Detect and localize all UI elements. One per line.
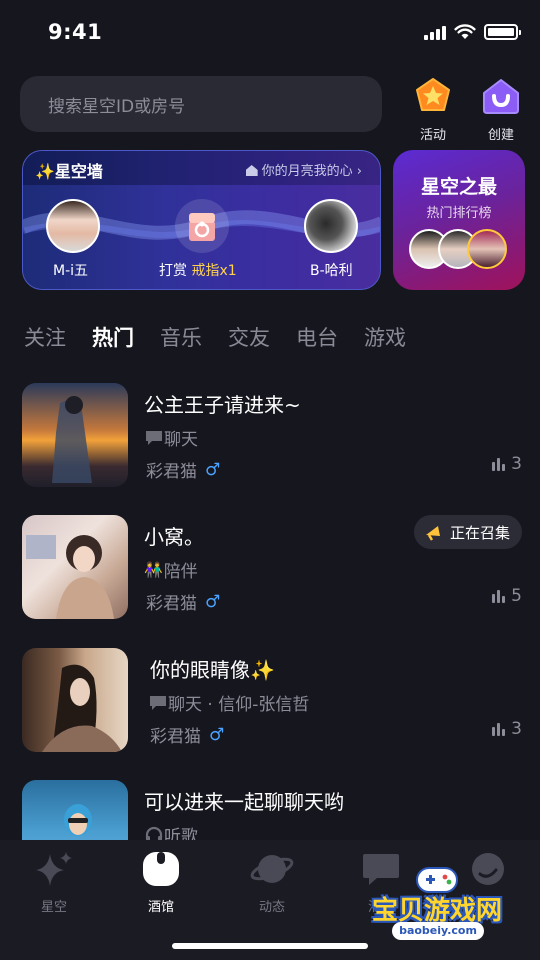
- planet-icon: [250, 855, 294, 883]
- category-tabs: 关注 热门 音乐 交友 电台 游戏: [24, 322, 432, 352]
- gathering-text: 正在召集: [449, 523, 510, 542]
- tab-hot[interactable]: 热门: [92, 322, 134, 352]
- tavern-icon: [143, 852, 179, 886]
- room-title: 可以进来一起聊聊天哟: [144, 790, 344, 814]
- room-title: 你的眼睛像✨: [150, 658, 275, 682]
- nav-item-stars[interactable]: 星空: [14, 848, 94, 915]
- room-host: 彩君猫 ♂: [150, 722, 225, 748]
- search-placeholder: 搜索星空ID或房号: [48, 96, 186, 117]
- gift-name: 戒指x1: [191, 263, 237, 279]
- room-listener-count: 3: [492, 719, 522, 739]
- status-icons: [424, 24, 521, 40]
- ranking-card[interactable]: 星空之最 热门排行榜: [393, 150, 525, 290]
- chat-bubble-icon: [150, 695, 166, 710]
- sender-avatar[interactable]: [46, 199, 100, 253]
- nav-label: 酒馆: [147, 900, 174, 915]
- nav-label: 星空: [40, 900, 67, 915]
- star-wall-card[interactable]: ✨星空墙 你的月亮我的心 › M-i五 打赏 戒指x1 B-哈利: [22, 150, 381, 290]
- star-wall-title: ✨星空墙: [35, 162, 103, 181]
- count-value: 3: [511, 719, 522, 739]
- cellular-signal-icon: [424, 24, 446, 40]
- listeners-bars-icon: [492, 589, 506, 603]
- activity-star-icon: [416, 78, 450, 111]
- chat-bubble-icon: [146, 430, 162, 445]
- room-thumbnail: [22, 515, 128, 619]
- room-listener-count: 5: [492, 586, 522, 606]
- home-indicator[interactable]: [172, 943, 368, 949]
- gathering-badge[interactable]: 正在召集: [413, 515, 522, 549]
- battery-icon: [484, 24, 521, 40]
- watermark-logo: 宝贝游戏网 baobeiy.com: [362, 862, 512, 948]
- create-label: 创建: [487, 128, 514, 143]
- couple-icon: 👫: [144, 560, 163, 579]
- room-host: 彩君猫 ♂: [146, 589, 221, 615]
- gift-prefix: 打赏: [159, 263, 192, 279]
- room-title: 小窝。: [144, 525, 204, 549]
- activity-label: 活动: [419, 128, 446, 143]
- status-bar: 9:41: [0, 0, 540, 66]
- tab-radio[interactable]: 电台: [296, 322, 338, 352]
- ranking-subtitle: 热门排行榜: [426, 206, 492, 221]
- room-tag: 👫 陪伴: [144, 557, 198, 583]
- star-wall-subtitle-text: 你的月亮我的心 ›: [261, 164, 362, 179]
- nav-item-tavern[interactable]: 酒馆: [121, 848, 201, 915]
- room-item[interactable]: 小窝。 👫 陪伴 彩君猫 ♂ 正在召集 5: [22, 515, 522, 621]
- gift-text: 打赏 戒指x1: [159, 260, 237, 280]
- male-gender-icon: ♂: [209, 724, 225, 745]
- receiver-avatar[interactable]: [304, 199, 358, 253]
- room-thumbnail: [22, 383, 128, 487]
- activity-button[interactable]: 活动: [406, 76, 460, 143]
- status-time: 9:41: [48, 20, 103, 44]
- wifi-icon: [454, 24, 476, 39]
- headphones-icon: [145, 826, 163, 840]
- host-name: 彩君猫: [146, 462, 197, 482]
- room-tag-text: 聊天: [164, 430, 198, 450]
- room-thumbnail: [22, 780, 128, 840]
- room-tag: 聊天: [144, 425, 198, 450]
- room-title: 公主王子请进来~: [144, 393, 301, 417]
- count-value: 3: [511, 454, 522, 474]
- room-listener-count: 3: [492, 454, 522, 474]
- host-name: 彩君猫: [150, 727, 201, 747]
- count-value: 5: [511, 586, 522, 606]
- receiver-name: B-哈利: [310, 263, 353, 279]
- star-wall-subtitle[interactable]: 你的月亮我的心 ›: [245, 160, 362, 179]
- tab-follow[interactable]: 关注: [24, 322, 66, 352]
- listeners-bars-icon: [492, 457, 506, 471]
- ranking-avatar: [467, 229, 507, 269]
- room-item[interactable]: 公主王子请进来~ 聊天 彩君猫 ♂ 3: [22, 383, 522, 489]
- host-name: 彩君猫: [146, 594, 197, 614]
- ranking-title: 星空之最: [420, 176, 497, 198]
- create-house-icon: [483, 79, 519, 114]
- megaphone-icon: [425, 526, 440, 541]
- room-thumbnail: [22, 648, 128, 752]
- room-host: 彩君猫 ♂: [146, 457, 221, 483]
- create-button[interactable]: 创建: [474, 76, 528, 143]
- tab-friends[interactable]: 交友: [228, 322, 270, 352]
- male-gender-icon: ♂: [205, 591, 221, 612]
- nav-label: 动态: [258, 900, 285, 915]
- room-item[interactable]: 可以进来一起聊聊天哟 听歌: [22, 780, 522, 840]
- tab-games[interactable]: 游戏: [364, 322, 406, 352]
- listeners-bars-icon: [492, 722, 506, 736]
- room-tag: 听歌: [144, 822, 198, 840]
- tab-music[interactable]: 音乐: [160, 322, 202, 352]
- male-gender-icon: ♂: [205, 459, 221, 480]
- sparkle-icon: [36, 852, 72, 886]
- room-item[interactable]: 你的眼睛像✨ 聊天 · 信仰-张信哲 彩君猫 ♂ 3: [22, 648, 522, 754]
- search-input[interactable]: 搜索星空ID或房号: [20, 76, 382, 132]
- sender-name: M-i五: [53, 263, 89, 279]
- nav-item-moments[interactable]: 动态: [232, 848, 312, 915]
- ranking-avatars: [409, 229, 519, 269]
- house-icon: [245, 165, 258, 176]
- watermark-url: baobeiy.com: [392, 922, 484, 940]
- gift-ring-icon: [175, 199, 229, 253]
- room-tag-text: 陪伴: [163, 562, 198, 582]
- room-tag-text: 聊天 · 信仰-张信哲: [168, 695, 310, 715]
- room-tag-text: 听歌: [164, 827, 198, 840]
- room-tag: 聊天 · 信仰-张信哲: [148, 690, 309, 715]
